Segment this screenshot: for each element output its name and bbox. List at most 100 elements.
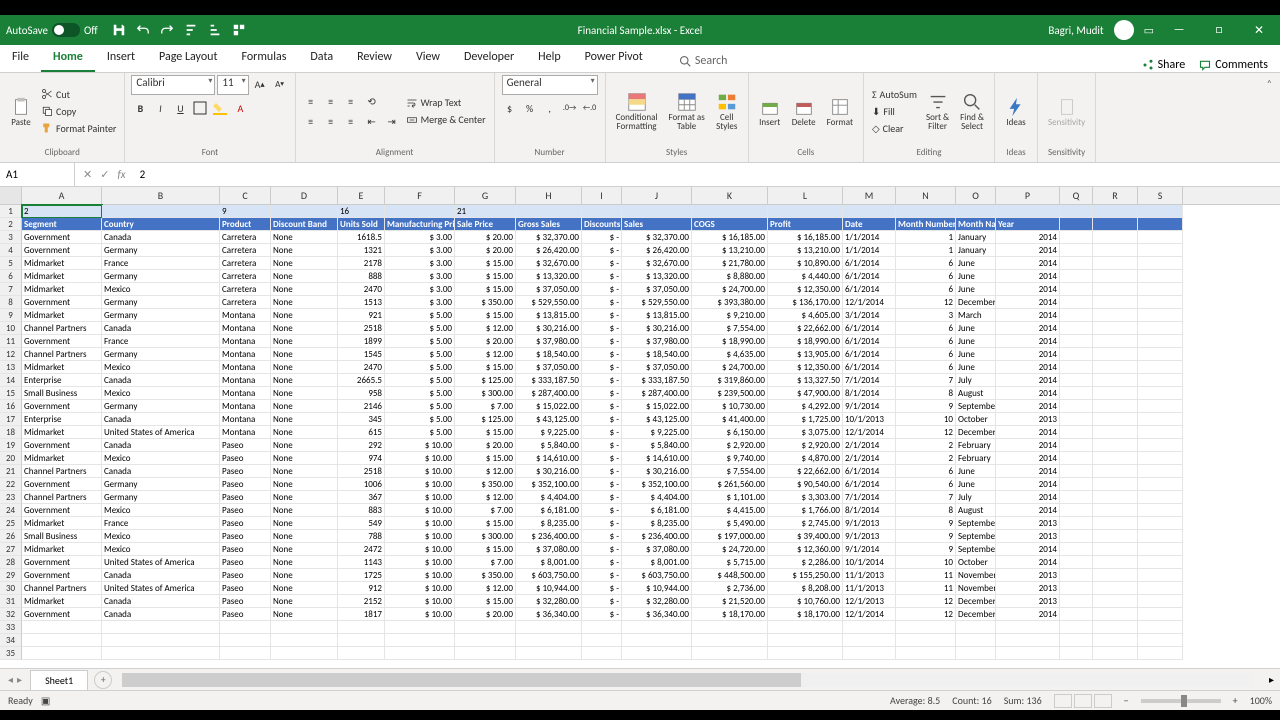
format-painter-button[interactable]: Format Painter	[39, 121, 118, 136]
ribbon-display-icon[interactable]: ▭	[1144, 24, 1154, 37]
cell[interactable]: 3/1/2014	[843, 309, 896, 322]
cell[interactable]: 1/1/2014	[843, 231, 896, 244]
col-header-A[interactable]: A	[22, 187, 102, 204]
cell[interactable]: $ 22,662.00	[768, 322, 843, 335]
cell[interactable]: Paseo	[220, 517, 271, 530]
cell[interactable]	[1060, 582, 1093, 595]
cell[interactable]: 1/1/2014	[843, 244, 896, 257]
cell[interactable]: October	[956, 556, 996, 569]
cell[interactable]: $ 18,540.00	[622, 348, 692, 361]
cell[interactable]: 7/1/2014	[843, 491, 896, 504]
cell[interactable]: $ 41,400.00	[692, 413, 768, 426]
cell[interactable]	[1093, 296, 1138, 309]
cell[interactable]: $ 2,736.00	[692, 582, 768, 595]
cell[interactable]: December	[956, 608, 996, 621]
cell[interactable]: 2665.5	[338, 374, 385, 387]
cell[interactable]: Manufacturing Price	[385, 218, 455, 231]
col-header-P[interactable]: P	[996, 187, 1060, 204]
cell[interactable]: January	[956, 244, 996, 257]
bold-button[interactable]: B	[131, 99, 149, 117]
cell[interactable]: 2	[896, 452, 956, 465]
cell[interactable]: Midmarket	[22, 257, 102, 270]
cell[interactable]: $ 32,670.00	[622, 257, 692, 270]
cell[interactable]	[1093, 439, 1138, 452]
cell[interactable]: $ 8,235.00	[622, 517, 692, 530]
cell[interactable]: $ 21,780.00	[692, 257, 768, 270]
cancel-formula-icon[interactable]: ✕	[83, 168, 92, 181]
cell[interactable]	[385, 621, 455, 634]
cell[interactable]	[956, 621, 996, 634]
cell[interactable]: Carretera	[220, 257, 271, 270]
cell[interactable]: France	[102, 257, 220, 270]
cell[interactable]: $ 37,980.00	[622, 335, 692, 348]
cell[interactable]: 6	[896, 283, 956, 296]
cell[interactable]: None	[271, 439, 338, 452]
cell[interactable]	[1093, 595, 1138, 608]
cell[interactable]: Government	[22, 478, 102, 491]
cell[interactable]: 12/1/2014	[843, 426, 896, 439]
cell[interactable]: 1321	[338, 244, 385, 257]
prev-sheet-icon[interactable]: ◂	[8, 673, 13, 686]
cell[interactable]	[271, 621, 338, 634]
cell[interactable]	[843, 205, 896, 218]
cell[interactable]	[1093, 569, 1138, 582]
cell[interactable]: 6/1/2014	[843, 257, 896, 270]
cell[interactable]	[1093, 543, 1138, 556]
cell[interactable]: $ 350.00	[455, 569, 516, 582]
col-header-E[interactable]: E	[338, 187, 385, 204]
cell[interactable]: $ -	[582, 374, 622, 387]
cell[interactable]: Country	[102, 218, 220, 231]
cell[interactable]: United States of America	[102, 426, 220, 439]
cell[interactable]	[622, 205, 692, 218]
cell[interactable]: August	[956, 387, 996, 400]
cell[interactable]: $ 18,990.00	[768, 335, 843, 348]
cell[interactable]: $ 15.00	[455, 309, 516, 322]
cell[interactable]: 12	[896, 608, 956, 621]
cell[interactable]	[1138, 322, 1183, 335]
cell[interactable]	[455, 634, 516, 647]
font-name-select[interactable]: Calibri	[131, 75, 215, 95]
cell[interactable]: 2014	[996, 556, 1060, 569]
cell[interactable]	[338, 621, 385, 634]
cell[interactable]: 12	[896, 296, 956, 309]
cell[interactable]: $ 319,860.00	[692, 374, 768, 387]
cell[interactable]	[996, 621, 1060, 634]
cell[interactable]: Enterprise	[22, 413, 102, 426]
spreadsheet-grid[interactable]: ABCDEFGHIJKLMNOPQRS 12916212SegmentCount…	[0, 187, 1280, 668]
cell[interactable]: $ 10.00	[385, 543, 455, 556]
cell[interactable]: $ 13,320.00	[622, 270, 692, 283]
cell[interactable]	[1093, 517, 1138, 530]
cell[interactable]: 912	[338, 582, 385, 595]
cell[interactable]: 2014	[996, 465, 1060, 478]
cell[interactable]: $ 30,216.00	[622, 322, 692, 335]
cell[interactable]: $ 37,050.00	[516, 361, 582, 374]
cell[interactable]: Small Business	[22, 530, 102, 543]
cell[interactable]	[1138, 296, 1183, 309]
cell[interactable]: Mexico	[102, 283, 220, 296]
cell[interactable]: $ -	[582, 426, 622, 439]
row-header[interactable]: 7	[0, 283, 22, 296]
row-header[interactable]: 11	[0, 335, 22, 348]
cell[interactable]: $ 125.00	[455, 413, 516, 426]
cell[interactable]	[1138, 517, 1183, 530]
cell[interactable]	[843, 621, 896, 634]
cell[interactable]: $ 15.00	[455, 270, 516, 283]
cell[interactable]: $ -	[582, 270, 622, 283]
cell[interactable]: $ 5.00	[385, 322, 455, 335]
cell[interactable]: Government	[22, 556, 102, 569]
cell[interactable]	[1093, 270, 1138, 283]
cell[interactable]	[1138, 361, 1183, 374]
row-header[interactable]: 32	[0, 608, 22, 621]
cell[interactable]	[385, 647, 455, 660]
cell[interactable]	[1060, 634, 1093, 647]
cell[interactable]: Paseo	[220, 439, 271, 452]
cell[interactable]	[1138, 374, 1183, 387]
cell[interactable]: $ 32,280.00	[622, 595, 692, 608]
cell[interactable]	[338, 647, 385, 660]
cell[interactable]	[1060, 543, 1093, 556]
cell[interactable]: Channel Partners	[22, 582, 102, 595]
row-header[interactable]: 6	[0, 270, 22, 283]
cell[interactable]: None	[271, 361, 338, 374]
cell[interactable]: 2/1/2014	[843, 439, 896, 452]
cell[interactable]: $ 9,740.00	[692, 452, 768, 465]
